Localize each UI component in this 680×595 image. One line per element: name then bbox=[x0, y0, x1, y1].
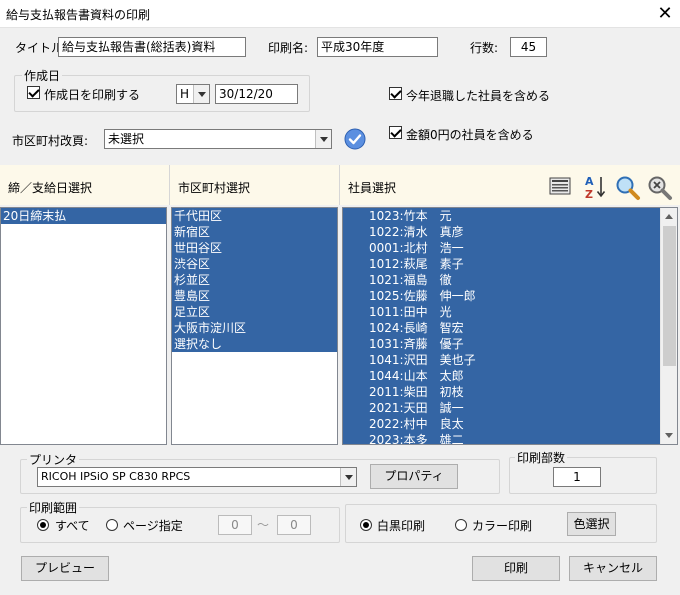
list-item[interactable]: 1012:萩尾 素子 bbox=[343, 256, 661, 272]
list-item[interactable]: 豊島区 bbox=[172, 288, 337, 304]
list-item[interactable]: 0001:北村 浩一 bbox=[343, 240, 661, 256]
employee-header-text: 社員選択 bbox=[348, 181, 397, 195]
range-legend: 印刷範囲 bbox=[27, 499, 80, 516]
cancel-button[interactable]: キャンセル bbox=[569, 556, 657, 581]
list-item[interactable]: 選択なし bbox=[172, 336, 337, 352]
list-item[interactable]: 大阪市淀川区 bbox=[172, 320, 337, 336]
municipality-page-label: 市区町村改頁: bbox=[12, 134, 89, 148]
list-view-icon[interactable] bbox=[549, 176, 571, 196]
list-item[interactable]: 1031:斉藤 優子 bbox=[343, 336, 661, 352]
employee-scrollbar[interactable] bbox=[660, 208, 677, 444]
closing-panel-header: 締／支給日選択 bbox=[0, 165, 170, 205]
scroll-thumb[interactable] bbox=[663, 226, 676, 366]
chevron-down-icon bbox=[193, 85, 209, 103]
era-select[interactable]: H bbox=[176, 84, 210, 104]
list-item[interactable]: 1041:沢田 美也子 bbox=[343, 352, 661, 368]
municipality-page-value: 未選択 bbox=[108, 132, 145, 146]
range-page-radio[interactable] bbox=[106, 518, 118, 532]
chevron-down-icon bbox=[340, 468, 356, 486]
list-item[interactable]: 1024:長崎 智宏 bbox=[343, 320, 661, 336]
printer-legend: プリンタ bbox=[27, 451, 80, 468]
list-item[interactable]: 新宿区 bbox=[172, 224, 337, 240]
chevron-down-icon bbox=[315, 130, 331, 148]
employee-listbox[interactable]: 1023:竹本 元 1022:清水 真彦 0001:北村 浩一 1012:萩尾 素子 1… bbox=[342, 207, 678, 445]
print-name-input[interactable]: 平成30年度 bbox=[317, 37, 438, 57]
list-item[interactable]: 1022:清水 真彦 bbox=[343, 224, 661, 240]
era-value: H bbox=[180, 87, 190, 101]
list-item[interactable]: 1023:竹本 元 bbox=[343, 208, 661, 224]
list-item[interactable]: 2023:本多 雄二 bbox=[343, 432, 661, 444]
mono-print-radio[interactable] bbox=[360, 518, 372, 532]
include-retired-label: 今年退職した社員を含める bbox=[406, 89, 551, 103]
range-all-label: すべて bbox=[55, 519, 90, 533]
list-item[interactable]: 1044:山本 太郎 bbox=[343, 368, 661, 384]
include-zero-label: 金額0円の社員を含める bbox=[406, 128, 534, 142]
printer-select[interactable]: RICOH IPSiO SP C830 RPCS bbox=[37, 467, 357, 487]
rows-label: 行数: bbox=[470, 41, 499, 55]
close-icon[interactable]: ✕ bbox=[650, 0, 680, 28]
list-item[interactable]: 2021:天田 誠一 bbox=[343, 400, 661, 416]
closing-listbox[interactable]: 20日締末払 bbox=[0, 207, 167, 445]
municipality-header-text: 市区町村選択 bbox=[178, 181, 251, 195]
confirm-check-icon[interactable] bbox=[344, 128, 366, 150]
list-item[interactable]: 1011:田中 光 bbox=[343, 304, 661, 320]
scroll-down-arrow-icon[interactable] bbox=[661, 427, 677, 444]
color-print-label: カラー印刷 bbox=[472, 519, 533, 533]
search-clear-icon[interactable] bbox=[647, 175, 673, 201]
print-date-checkbox[interactable] bbox=[27, 86, 40, 100]
sort-az-icon[interactable]: A Z bbox=[584, 174, 608, 201]
search-icon[interactable] bbox=[615, 175, 641, 201]
municipality-panel-header: 市区町村選択 bbox=[170, 165, 340, 205]
print-button[interactable]: 印刷 bbox=[472, 556, 560, 581]
scroll-up-arrow-icon[interactable] bbox=[661, 208, 677, 225]
rows-input[interactable]: 45 bbox=[510, 37, 547, 57]
svg-text:A: A bbox=[585, 175, 594, 188]
print-name-label: 印刷名: bbox=[268, 41, 309, 55]
include-retired-checkbox[interactable] bbox=[389, 87, 402, 101]
list-item[interactable]: 2022:村中 良太 bbox=[343, 416, 661, 432]
copies-legend: 印刷部数 bbox=[515, 449, 568, 466]
range-to-input[interactable]: 0 bbox=[277, 515, 311, 535]
list-item[interactable]: 1021:福島 徹 bbox=[343, 272, 661, 288]
printer-value: RICOH IPSiO SP C830 RPCS bbox=[41, 470, 191, 483]
include-zero-checkbox[interactable] bbox=[389, 126, 402, 140]
municipality-page-select[interactable]: 未選択 bbox=[104, 129, 332, 149]
list-item[interactable]: 世田谷区 bbox=[172, 240, 337, 256]
range-from-input[interactable]: 0 bbox=[218, 515, 252, 535]
mono-print-label: 白黒印刷 bbox=[377, 519, 426, 533]
list-item[interactable]: 足立区 bbox=[172, 304, 337, 320]
range-all-radio[interactable] bbox=[37, 518, 49, 532]
preview-button[interactable]: プレビュー bbox=[21, 556, 109, 581]
list-item[interactable]: 渋谷区 bbox=[172, 256, 337, 272]
print-date-label: 作成日を印刷する bbox=[44, 88, 141, 102]
list-item[interactable]: 2011:柴田 初枝 bbox=[343, 384, 661, 400]
municipality-listbox[interactable]: 千代田区 新宿区 世田谷区 渋谷区 杉並区 豊島区 足立区 大阪市淀川区 選択なし bbox=[171, 207, 338, 445]
closing-header-text: 締／支給日選択 bbox=[8, 181, 93, 195]
color-print-radio[interactable] bbox=[455, 518, 467, 532]
svg-text:Z: Z bbox=[585, 188, 593, 200]
properties-button[interactable]: プロパティ bbox=[370, 464, 458, 489]
window-title: 給与支払報告書資料の印刷 bbox=[6, 8, 151, 22]
range-tilde: ～ bbox=[257, 518, 270, 532]
range-page-label: ページ指定 bbox=[123, 519, 183, 533]
title-input[interactable]: 給与支払報告書(総括表)資料 bbox=[58, 37, 246, 57]
color-select-button[interactable]: 色選択 bbox=[567, 512, 616, 536]
creation-date-legend: 作成日 bbox=[22, 67, 63, 84]
list-item[interactable]: 杉並区 bbox=[172, 272, 337, 288]
list-item[interactable]: 千代田区 bbox=[172, 208, 337, 224]
list-item[interactable]: 20日締末払 bbox=[1, 208, 166, 224]
copies-input[interactable]: 1 bbox=[553, 467, 601, 487]
date-input[interactable]: 30/12/20 bbox=[215, 84, 298, 104]
list-item[interactable]: 1025:佐藤 伸一郎 bbox=[343, 288, 661, 304]
